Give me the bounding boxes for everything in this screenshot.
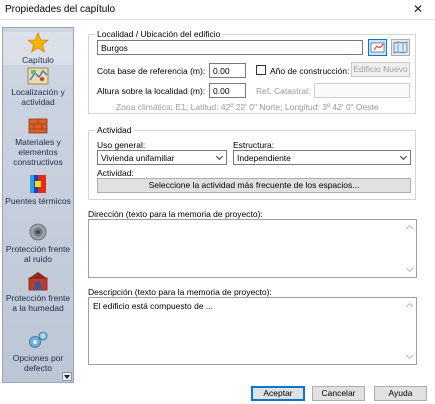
new-building-button[interactable]: Edificio Nuevo (351, 62, 410, 77)
cancel-button[interactable]: Cancelar (312, 386, 365, 401)
sidebar-item-puentes[interactable]: Puentes térmicos (3, 173, 73, 206)
location-legend: Localidad / Ubicación del edificio (95, 29, 223, 39)
structure-value: Independiente (237, 153, 291, 163)
map-view-button[interactable] (391, 39, 410, 56)
sidebar-item-label: Protección frente a la humedad (5, 293, 71, 313)
description-textarea[interactable]: El edificio está compuesto de ... (88, 297, 417, 365)
window-title: Propiedades del capítulo (5, 4, 116, 15)
scroll-up-icon (405, 224, 414, 233)
map-icon (393, 41, 408, 54)
cadastral-label: Ref. Catastral: (256, 86, 311, 96)
select-activity-button[interactable]: Seleccione la actividad más frecuente de… (97, 178, 411, 193)
map-pin-icon (370, 42, 385, 53)
climate-info: Zona climática: E1; Latitud: 42º 22' 0" … (116, 102, 379, 112)
map-icon (27, 67, 49, 85)
construction-year-label: Año de construcción: (270, 66, 350, 76)
description-value: El edificio está compuesto de ... (93, 301, 214, 311)
base-level-input[interactable]: 0.00 (209, 63, 246, 78)
sidebar-item-label: Protección frente al ruido (5, 244, 71, 264)
help-button[interactable]: Ayuda (374, 386, 427, 401)
sidebar-item-humedad[interactable]: Protección frente a la humedad (3, 270, 73, 313)
sidebar: Capítulo Localización y actividad Materi… (2, 27, 74, 383)
scroll-down-icon (405, 351, 414, 360)
direction-scrollbar[interactable] (404, 220, 416, 277)
chevron-down-icon (215, 152, 224, 161)
structure-label: Estructura: (233, 140, 275, 150)
sidebar-item-label: Opciones por defecto (12, 353, 64, 373)
city-input[interactable]: Burgos (97, 40, 363, 55)
description-label: Descripción (texto para la memoria de pr… (88, 287, 272, 297)
sidebar-item-localizacion[interactable]: Localización y actividad (3, 66, 73, 107)
humidity-icon (28, 272, 48, 291)
height-input[interactable]: 0.00 (209, 83, 246, 98)
structure-select[interactable]: Independiente (233, 150, 411, 165)
cadastral-input[interactable] (314, 83, 410, 98)
chevron-down-icon (399, 152, 408, 161)
height-label: Altura sobre la localidad (m): (97, 86, 206, 96)
general-use-label: Uso general: (97, 140, 146, 150)
speaker-icon (29, 223, 47, 241)
base-level-label: Cota base de referencia (m): (97, 66, 206, 76)
activity-label: Actividad: (97, 168, 134, 178)
title-bar: Propiedades del capítulo ✕ (0, 0, 435, 20)
sidebar-item-materiales[interactable]: Materiales y elementos constructivos (3, 114, 73, 167)
accept-button[interactable]: Aceptar (251, 386, 305, 401)
direction-textarea[interactable] (88, 219, 417, 278)
general-use-value: Vivienda unifamiliar (101, 153, 175, 163)
sidebar-item-opciones[interactable]: Opciones por defecto (3, 330, 73, 373)
sidebar-item-ruido[interactable]: Protección frente al ruido (3, 221, 73, 264)
scroll-down-icon (405, 264, 414, 273)
sidebar-item-label: Capítulo (22, 55, 54, 65)
sidebar-item-capitulo[interactable]: Capítulo (3, 32, 73, 65)
sidebar-item-label: Materiales y elementos constructivos (13, 137, 63, 167)
general-use-select[interactable]: Vivienda unifamiliar (97, 150, 227, 165)
sidebar-item-label: Localización y actividad (11, 87, 65, 107)
brick-icon (28, 118, 48, 134)
gears-icon (29, 331, 48, 348)
direction-label: Dirección (texto para la memoria de proy… (88, 209, 263, 219)
thermal-bridge-icon (30, 175, 46, 193)
scroll-up-icon (405, 302, 414, 311)
locate-map-button[interactable] (368, 39, 387, 56)
construction-year-checkbox[interactable] (256, 65, 266, 75)
activity-legend: Actividad (95, 125, 134, 135)
close-icon[interactable]: ✕ (411, 2, 425, 16)
sidebar-item-label: Puentes térmicos (5, 196, 71, 206)
star-icon (27, 32, 49, 53)
sidebar-scroll-down-button[interactable] (62, 372, 72, 381)
description-scrollbar[interactable] (404, 298, 416, 364)
